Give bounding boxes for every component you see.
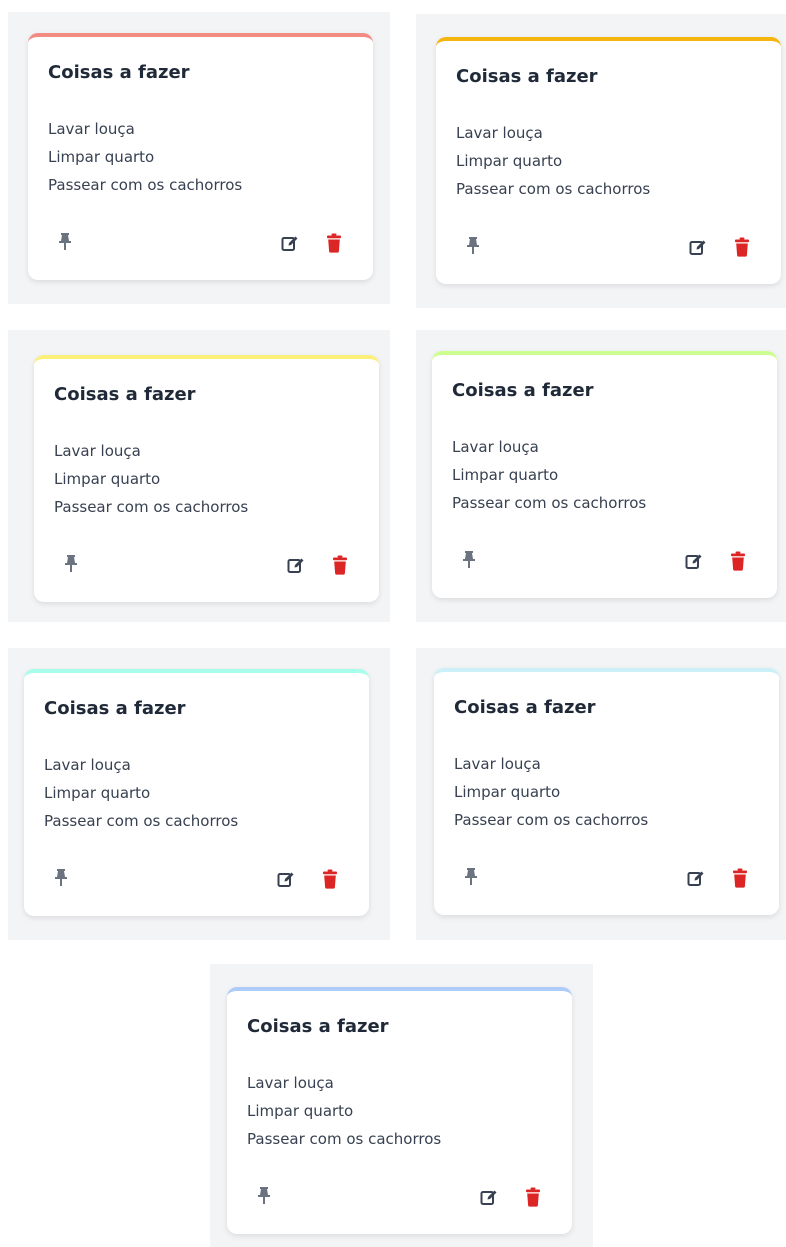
note-item-list: Lavar louça Limpar quarto Passear com os c…	[54, 437, 248, 521]
pin-button[interactable]	[460, 865, 482, 887]
note-item: Passear com os cachorros	[44, 812, 239, 830]
note-item: Lavar louça	[54, 442, 141, 460]
note-item-list: Lavar louça Limpar quarto Passear com os c…	[247, 1069, 441, 1153]
note-item: Limpar quarto	[452, 466, 559, 484]
trash-icon	[734, 237, 750, 257]
note-item: Lavar louça	[452, 438, 539, 456]
note-card[interactable]: Coisas a fazer Lavar louça Limpar quarto Pa…	[434, 668, 779, 915]
note-item: Lavar louça	[454, 755, 541, 773]
note-item: Limpar quarto	[456, 152, 563, 170]
note-panel: Coisas a fazer Lavar louça Limpar quarto Pa…	[210, 964, 593, 1247]
note-card[interactable]: Coisas a fazer Lavar louça Limpar quarto Pa…	[227, 987, 572, 1234]
delete-button[interactable]	[729, 867, 751, 889]
delete-button[interactable]	[323, 232, 345, 254]
pin-button[interactable]	[462, 234, 484, 256]
note-item: Limpar quarto	[44, 784, 151, 802]
edit-button[interactable]	[285, 554, 307, 576]
edit-button[interactable]	[683, 550, 705, 572]
note-card[interactable]: Coisas a fazer Lavar louça Limpar quarto Pa…	[28, 33, 373, 280]
pin-button[interactable]	[253, 1184, 275, 1206]
pin-icon	[462, 550, 476, 568]
note-panel: Coisas a fazer Lavar louça Limpar quarto Pa…	[8, 648, 390, 940]
note-title: Coisas a fazer	[247, 1016, 389, 1037]
note-item: Passear com os cachorros	[247, 1130, 442, 1148]
pin-icon	[64, 554, 78, 572]
edit-icon	[687, 869, 705, 887]
edit-button[interactable]	[478, 1186, 500, 1208]
edit-button[interactable]	[687, 236, 709, 258]
note-item: Lavar louça	[44, 756, 131, 774]
pin-button[interactable]	[54, 230, 76, 252]
trash-icon	[332, 555, 348, 575]
note-panel: Coisas a fazer Lavar louça Limpar quarto Pa…	[8, 330, 390, 622]
delete-button[interactable]	[522, 1186, 544, 1208]
pin-icon	[464, 867, 478, 885]
edit-icon	[287, 556, 305, 574]
note-title: Coisas a fazer	[454, 697, 596, 718]
note-item-list: Lavar louça Limpar quarto Passear com os c…	[48, 115, 242, 199]
trash-icon	[732, 868, 748, 888]
note-item: Passear com os cachorros	[452, 494, 647, 512]
note-item: Limpar quarto	[454, 783, 561, 801]
note-title: Coisas a fazer	[456, 66, 598, 87]
note-title: Coisas a fazer	[48, 62, 190, 83]
note-panel: Coisas a fazer Lavar louça Limpar quarto Pa…	[416, 648, 786, 940]
edit-icon	[480, 1188, 498, 1206]
note-card[interactable]: Coisas a fazer Lavar louça Limpar quarto Pa…	[24, 669, 369, 916]
note-item: Passear com os cachorros	[54, 498, 249, 516]
note-item: Passear com os cachorros	[454, 811, 649, 829]
note-item: Limpar quarto	[247, 1102, 354, 1120]
pin-icon	[58, 232, 72, 250]
pin-button[interactable]	[50, 866, 72, 888]
note-item: Limpar quarto	[54, 470, 161, 488]
note-title: Coisas a fazer	[44, 698, 186, 719]
note-card[interactable]: Coisas a fazer Lavar louça Limpar quarto Pa…	[34, 355, 379, 602]
note-item-list: Lavar louça Limpar quarto Passear com os c…	[456, 119, 650, 203]
pin-icon	[466, 236, 480, 254]
note-item-list: Lavar louça Limpar quarto Passear com os c…	[454, 750, 648, 834]
edit-button[interactable]	[279, 232, 301, 254]
pin-icon	[257, 1186, 271, 1204]
delete-button[interactable]	[727, 550, 749, 572]
note-title: Coisas a fazer	[452, 380, 594, 401]
trash-icon	[326, 233, 342, 253]
trash-icon	[322, 869, 338, 889]
note-item: Lavar louça	[247, 1074, 334, 1092]
edit-button[interactable]	[275, 868, 297, 890]
note-panel: Coisas a fazer Lavar louça Limpar quarto Pa…	[416, 330, 786, 622]
trash-icon	[730, 551, 746, 571]
note-item: Limpar quarto	[48, 148, 155, 166]
pin-button[interactable]	[60, 552, 82, 574]
note-card[interactable]: Coisas a fazer Lavar louça Limpar quarto Pa…	[432, 351, 777, 598]
note-panel: Coisas a fazer Lavar louça Limpar quarto Pa…	[416, 14, 786, 308]
note-item: Passear com os cachorros	[456, 180, 651, 198]
note-item: Passear com os cachorros	[48, 176, 243, 194]
edit-icon	[281, 234, 299, 252]
delete-button[interactable]	[319, 868, 341, 890]
delete-button[interactable]	[731, 236, 753, 258]
note-item-list: Lavar louça Limpar quarto Passear com os c…	[44, 751, 238, 835]
pin-icon	[54, 868, 68, 886]
note-item-list: Lavar louça Limpar quarto Passear com os c…	[452, 433, 646, 517]
edit-icon	[689, 238, 707, 256]
delete-button[interactable]	[329, 554, 351, 576]
pin-button[interactable]	[458, 548, 480, 570]
note-card[interactable]: Coisas a fazer Lavar louça Limpar quarto Pa…	[436, 37, 781, 284]
edit-icon	[685, 552, 703, 570]
trash-icon	[525, 1187, 541, 1207]
note-title: Coisas a fazer	[54, 384, 196, 405]
note-item: Lavar louça	[48, 120, 135, 138]
edit-button[interactable]	[685, 867, 707, 889]
note-panel: Coisas a fazer Lavar louça Limpar quarto Pa…	[8, 12, 390, 304]
note-item: Lavar louça	[456, 124, 543, 142]
edit-icon	[277, 870, 295, 888]
